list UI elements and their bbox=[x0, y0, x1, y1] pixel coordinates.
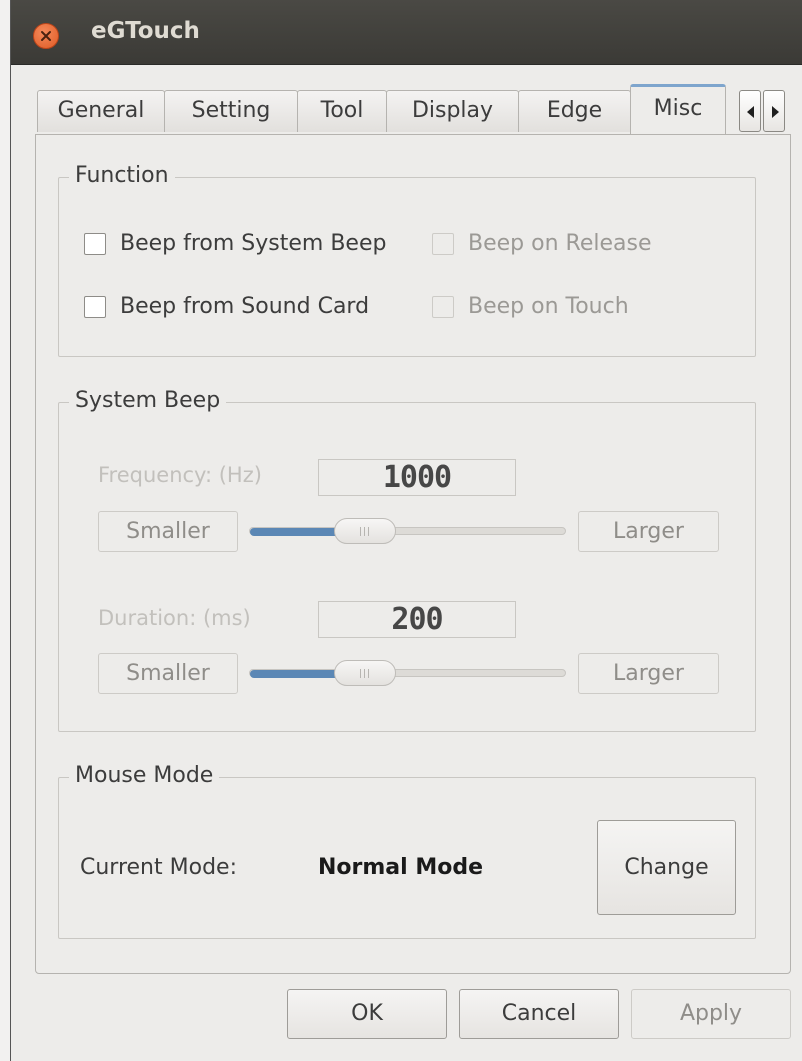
tab-bar: General Setting Tool Display Edge Misc bbox=[37, 84, 797, 134]
tab-edge[interactable]: Edge bbox=[518, 90, 631, 132]
mouse-mode-frame: Mouse Mode Current Mode: Normal Mode Cha… bbox=[58, 763, 756, 939]
arrow-right-icon bbox=[772, 106, 779, 118]
tab-scroll-left-button[interactable] bbox=[739, 90, 761, 132]
change-mode-button[interactable]: Change bbox=[597, 820, 736, 915]
tab-scroll-right-button[interactable] bbox=[763, 90, 785, 132]
duration-display: 200 bbox=[318, 601, 516, 638]
beep-release-checkbox: Beep on Release bbox=[432, 231, 651, 256]
frequency-display: 1000 bbox=[318, 459, 516, 496]
beep-touch-label: Beep on Touch bbox=[468, 294, 629, 319]
ok-button[interactable]: OK bbox=[287, 989, 447, 1039]
tab-display[interactable]: Display bbox=[386, 90, 519, 132]
current-mode-value: Normal Mode bbox=[318, 855, 484, 880]
duration-larger-button[interactable]: Larger bbox=[578, 653, 719, 694]
beep-system-label: Beep from System Beep bbox=[120, 231, 387, 256]
egtouch-window: eGTouch General Setting Tool Display Edg… bbox=[10, 0, 802, 1061]
beep-system-checkbox-box[interactable] bbox=[84, 232, 106, 255]
frequency-slider-track[interactable] bbox=[249, 527, 566, 536]
duration-slider-track[interactable] bbox=[249, 669, 566, 678]
beep-system-checkbox[interactable]: Beep from System Beep bbox=[84, 231, 386, 256]
function-frame-title: Function bbox=[69, 163, 175, 188]
frequency-slider-fill bbox=[250, 528, 342, 536]
frequency-label: Frequency: (Hz) bbox=[98, 463, 262, 487]
beep-release-checkbox-box bbox=[432, 232, 454, 255]
frequency-larger-button[interactable]: Larger bbox=[578, 511, 719, 552]
duration-slider-handle[interactable] bbox=[334, 660, 397, 686]
system-beep-frame-title: System Beep bbox=[69, 388, 227, 413]
tab-setting[interactable]: Setting bbox=[164, 90, 298, 132]
mouse-mode-frame-title: Mouse Mode bbox=[69, 763, 220, 788]
beep-sound-card-checkbox-box[interactable] bbox=[84, 295, 106, 318]
tab-tool[interactable]: Tool bbox=[297, 90, 387, 132]
beep-release-label: Beep on Release bbox=[468, 231, 652, 256]
misc-tab-panel: Function Beep from System Beep Beep on R… bbox=[35, 134, 791, 974]
beep-touch-checkbox-box bbox=[432, 295, 454, 318]
duration-slider-fill bbox=[250, 670, 342, 678]
tab-general[interactable]: General bbox=[37, 90, 165, 132]
apply-button[interactable]: Apply bbox=[631, 989, 791, 1039]
system-beep-frame: System Beep Frequency: (Hz) 1000 Smaller… bbox=[58, 388, 756, 732]
function-frame: Function Beep from System Beep Beep on R… bbox=[58, 163, 756, 357]
tab-misc[interactable]: Misc bbox=[630, 84, 726, 134]
duration-label: Duration: (ms) bbox=[98, 606, 251, 630]
beep-sound-card-checkbox[interactable]: Beep from Sound Card bbox=[84, 294, 369, 319]
frequency-smaller-button[interactable]: Smaller bbox=[98, 511, 238, 552]
window-title: eGTouch bbox=[91, 18, 200, 44]
cancel-button[interactable]: Cancel bbox=[459, 989, 619, 1039]
frequency-slider-handle[interactable] bbox=[334, 518, 397, 544]
close-icon[interactable] bbox=[33, 23, 59, 49]
arrow-left-icon bbox=[747, 106, 754, 118]
beep-sound-card-label: Beep from Sound Card bbox=[120, 294, 370, 319]
beep-touch-checkbox: Beep on Touch bbox=[432, 294, 629, 319]
current-mode-label: Current Mode: bbox=[80, 855, 237, 880]
title-bar[interactable]: eGTouch bbox=[11, 0, 802, 65]
duration-smaller-button[interactable]: Smaller bbox=[98, 653, 238, 694]
